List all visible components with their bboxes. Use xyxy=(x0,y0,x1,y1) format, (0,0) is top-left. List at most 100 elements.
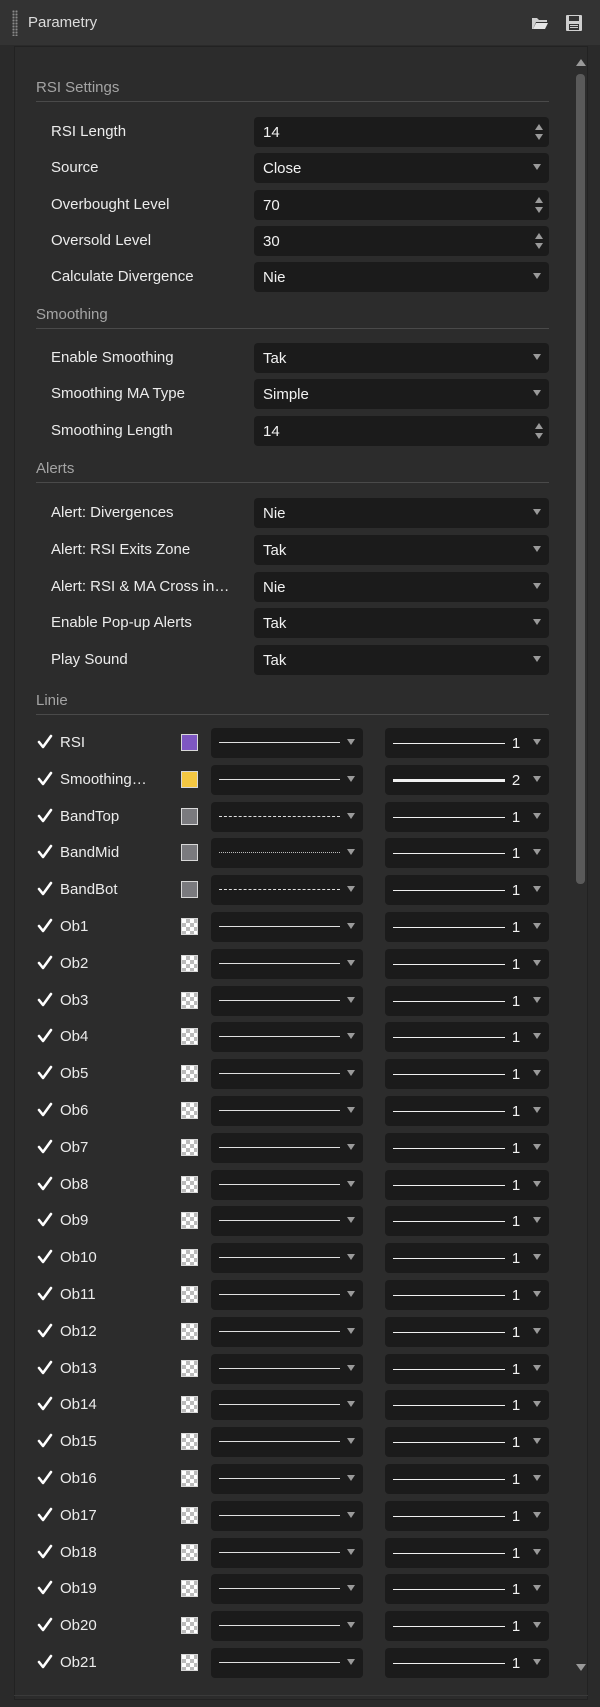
checkbox-check-icon[interactable] xyxy=(37,1433,53,1449)
line-style-select[interactable] xyxy=(211,1427,363,1458)
checkbox-check-icon[interactable] xyxy=(37,1102,53,1118)
color-swatch[interactable] xyxy=(181,1322,198,1340)
line-width-select[interactable]: 1 xyxy=(385,1280,549,1310)
checkbox-check-icon[interactable] xyxy=(37,1286,53,1302)
line-width-select[interactable]: 1 xyxy=(385,1132,549,1163)
color-swatch[interactable] xyxy=(181,918,198,935)
color-swatch[interactable] xyxy=(181,1175,198,1193)
line-width-select[interactable]: 1 xyxy=(385,1537,549,1568)
line-style-select[interactable] xyxy=(211,1648,363,1678)
checkbox-check-icon[interactable] xyxy=(37,1249,53,1265)
line-style-select[interactable] xyxy=(211,1611,363,1642)
param-select[interactable]: Simple xyxy=(254,379,549,410)
line-width-select[interactable]: 1 xyxy=(385,801,549,832)
scrollbar[interactable] xyxy=(571,47,587,1699)
checkbox-check-icon[interactable] xyxy=(37,1470,53,1486)
color-swatch[interactable] xyxy=(181,807,198,825)
color-swatch[interactable] xyxy=(181,1654,198,1671)
spinner-arrows-icon[interactable] xyxy=(535,422,543,440)
line-width-select[interactable]: 1 xyxy=(385,1427,549,1458)
color-swatch[interactable] xyxy=(181,881,198,899)
line-width-select[interactable]: 1 xyxy=(385,728,549,758)
line-width-select[interactable]: 1 xyxy=(385,1611,549,1642)
line-style-select[interactable] xyxy=(211,728,363,758)
spinner-arrows-icon[interactable] xyxy=(535,196,543,214)
line-width-select[interactable]: 1 xyxy=(385,1390,549,1421)
line-style-select[interactable] xyxy=(211,1132,363,1163)
line-width-select[interactable]: 1 xyxy=(385,1574,549,1605)
spinner-arrows-icon[interactable] xyxy=(535,123,543,141)
checkbox-check-icon[interactable] xyxy=(37,734,53,750)
save-icon[interactable] xyxy=(565,14,583,32)
color-swatch[interactable] xyxy=(181,1580,198,1598)
folder-open-icon[interactable] xyxy=(531,14,549,32)
line-width-select[interactable]: 1 xyxy=(385,1648,549,1678)
line-style-select[interactable] xyxy=(211,1059,363,1090)
line-style-select[interactable] xyxy=(211,875,363,906)
checkbox-check-icon[interactable] xyxy=(37,881,53,897)
line-width-select[interactable]: 1 xyxy=(385,1500,549,1531)
checkbox-check-icon[interactable] xyxy=(37,771,53,787)
line-width-select[interactable]: 1 xyxy=(385,838,549,869)
line-width-select[interactable]: 1 xyxy=(385,1096,549,1126)
scroll-down-arrow-icon[interactable] xyxy=(576,1664,586,1671)
checkbox-check-icon[interactable] xyxy=(37,955,53,971)
param-number-input[interactable]: 14 xyxy=(254,117,549,147)
scroll-thumb[interactable] xyxy=(576,74,585,884)
line-style-select[interactable] xyxy=(211,1206,363,1237)
line-width-select[interactable]: 1 xyxy=(385,1353,549,1384)
color-swatch[interactable] xyxy=(181,1359,198,1377)
checkbox-check-icon[interactable] xyxy=(37,1396,53,1412)
param-select[interactable]: Nie xyxy=(254,571,549,602)
color-swatch[interactable] xyxy=(181,1286,198,1303)
line-width-select[interactable]: 1 xyxy=(385,1169,549,1200)
color-swatch[interactable] xyxy=(181,770,198,788)
checkbox-check-icon[interactable] xyxy=(37,1654,53,1670)
line-style-select[interactable] xyxy=(211,1500,363,1531)
checkbox-check-icon[interactable] xyxy=(37,918,53,934)
line-width-select[interactable]: 1 xyxy=(385,1022,549,1053)
line-width-select[interactable]: 1 xyxy=(385,1206,549,1237)
checkbox-check-icon[interactable] xyxy=(37,1065,53,1081)
color-swatch[interactable] xyxy=(181,1470,198,1487)
color-swatch[interactable] xyxy=(181,1102,198,1119)
color-swatch[interactable] xyxy=(181,1138,198,1156)
line-style-select[interactable] xyxy=(211,764,363,795)
line-width-select[interactable]: 1 xyxy=(385,1243,549,1274)
color-swatch[interactable] xyxy=(181,1212,198,1230)
line-width-select[interactable]: 1 xyxy=(385,985,549,1016)
line-style-select[interactable] xyxy=(211,1169,363,1200)
line-style-select[interactable] xyxy=(211,1353,363,1384)
color-swatch[interactable] xyxy=(181,844,198,862)
color-swatch[interactable] xyxy=(181,734,198,751)
color-swatch[interactable] xyxy=(181,1396,198,1414)
line-style-select[interactable] xyxy=(211,948,363,979)
param-select[interactable]: Tak xyxy=(254,608,549,639)
line-width-select[interactable]: 1 xyxy=(385,912,549,942)
line-style-select[interactable] xyxy=(211,1537,363,1568)
color-swatch[interactable] xyxy=(181,991,198,1009)
line-style-select[interactable] xyxy=(211,1280,363,1310)
line-width-select[interactable]: 1 xyxy=(385,875,549,906)
checkbox-check-icon[interactable] xyxy=(37,1028,53,1044)
checkbox-check-icon[interactable] xyxy=(37,1580,53,1596)
param-select[interactable]: Close xyxy=(254,153,549,184)
checkbox-check-icon[interactable] xyxy=(37,1617,53,1633)
line-width-select[interactable]: 2 xyxy=(385,764,549,795)
checkbox-check-icon[interactable] xyxy=(37,992,53,1008)
checkbox-check-icon[interactable] xyxy=(37,1507,53,1523)
checkbox-check-icon[interactable] xyxy=(37,1544,53,1560)
line-style-select[interactable] xyxy=(211,985,363,1016)
color-swatch[interactable] xyxy=(181,1543,198,1561)
param-select[interactable]: Nie xyxy=(254,498,549,528)
checkbox-check-icon[interactable] xyxy=(37,808,53,824)
param-select[interactable]: Tak xyxy=(254,534,549,565)
param-select[interactable]: Tak xyxy=(254,645,549,675)
line-width-select[interactable]: 1 xyxy=(385,1059,549,1090)
color-swatch[interactable] xyxy=(181,1028,198,1046)
param-number-input[interactable]: 30 xyxy=(254,225,549,256)
line-style-select[interactable] xyxy=(211,912,363,942)
color-swatch[interactable] xyxy=(181,1506,198,1524)
drag-handle-icon[interactable] xyxy=(12,10,18,36)
checkbox-check-icon[interactable] xyxy=(37,844,53,860)
